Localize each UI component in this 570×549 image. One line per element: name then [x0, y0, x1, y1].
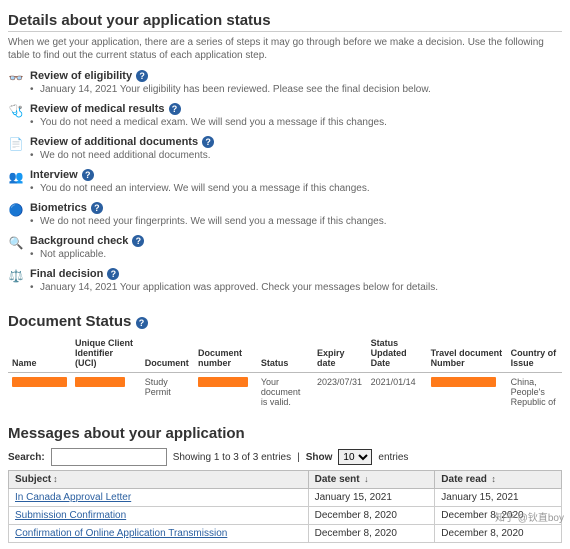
step-desc: January 14, 2021 Your application was ap…	[30, 282, 562, 293]
doc-status-title: Document Status ?	[8, 313, 562, 332]
cell-date-sent: December 8, 2020	[308, 507, 435, 525]
cell-date-sent: December 8, 2020	[308, 525, 435, 543]
review-eligibility-icon: 👓	[8, 70, 24, 86]
step-title: Background check	[30, 235, 128, 247]
doc-status-table: Name Unique Client Identifier (UCI) Docu…	[8, 336, 562, 411]
step-desc: You do not need a medical exam. We will …	[30, 117, 562, 128]
col-date-sent[interactable]: Date sent ↓	[308, 471, 435, 489]
cell-updated: 2021/01/14	[367, 373, 427, 412]
step-review-additional: 📄 Review of additional documents? We do no…	[8, 136, 562, 167]
col-uci: Unique Client Identifier (UCI)	[71, 336, 141, 373]
show-label: Show	[306, 452, 333, 463]
help-icon[interactable]: ?	[202, 136, 214, 148]
step-interview: 👥 Interview? You do not need an interview.…	[8, 169, 562, 200]
col-docnum: Document number	[194, 336, 257, 373]
col-document: Document	[141, 336, 194, 373]
messages-table: Subject↕ Date sent ↓ Date read ↕ In Cana…	[8, 470, 562, 543]
redacted-name	[12, 377, 67, 387]
step-desc: You do not need an interview. We will se…	[30, 183, 562, 194]
col-updated: Status Updated Date	[367, 336, 427, 373]
showing-text: Showing 1 to 3 of 3 entries	[173, 452, 291, 463]
step-desc: We do not need your fingerprints. We wil…	[30, 216, 562, 227]
help-icon[interactable]: ?	[82, 169, 94, 181]
redacted-docnum	[198, 377, 248, 387]
background-check-icon: 🔍	[8, 235, 24, 251]
step-final-decision: ⚖️ Final decision? January 14, 2021 Your a…	[8, 268, 562, 299]
col-expiry: Expiry date	[313, 336, 367, 373]
col-travel: Travel document Number	[427, 336, 507, 373]
help-icon[interactable]: ?	[136, 317, 148, 329]
step-review-medical: 🩺 Review of medical results? You do not ne…	[8, 103, 562, 134]
search-input[interactable]	[51, 448, 167, 466]
help-icon[interactable]: ?	[107, 268, 119, 280]
message-link[interactable]: In Canada Approval Letter	[15, 492, 131, 503]
col-date-read[interactable]: Date read ↕	[435, 471, 562, 489]
redacted-uci	[75, 377, 125, 387]
step-title: Final decision	[30, 268, 103, 280]
step-title: Interview	[30, 169, 78, 181]
final-decision-icon: ⚖️	[8, 268, 24, 284]
help-icon[interactable]: ?	[91, 202, 103, 214]
entries-label: entries	[378, 452, 408, 463]
cell-expiry: 2023/07/31	[313, 373, 367, 412]
cell-date-read: December 8, 2020	[435, 525, 562, 543]
table-row: Study Permit Your document is valid. 202…	[8, 373, 562, 412]
col-name: Name	[8, 336, 71, 373]
redacted-travel	[431, 377, 496, 387]
step-biometrics: 🔵 Biometrics? We do not need your fingerpr…	[8, 202, 562, 233]
page-size-select[interactable]: 10	[338, 449, 372, 465]
review-additional-icon: 📄	[8, 136, 24, 152]
step-desc: January 14, 2021 Your eligibility has be…	[30, 84, 562, 95]
step-desc: We do not need additional documents.	[30, 150, 562, 161]
step-background-check: 🔍 Background check? Not applicable.	[8, 235, 562, 266]
help-icon[interactable]: ?	[136, 70, 148, 82]
cell-date-sent: January 15, 2021	[308, 489, 435, 507]
step-title: Biometrics	[30, 202, 87, 214]
col-country: Country of Issue	[507, 336, 562, 373]
interview-icon: 👥	[8, 169, 24, 185]
cell-status: Your document is valid.	[257, 373, 313, 412]
step-title: Review of eligibility	[30, 70, 132, 82]
sort-icon: ↕	[53, 474, 58, 484]
cell-document: Study Permit	[141, 373, 194, 412]
table-row: In Canada Approval Letter January 15, 202…	[9, 489, 562, 507]
step-title: Review of additional documents	[30, 136, 198, 148]
watermark: 知乎 @钬直boy	[495, 509, 564, 524]
details-intro: When we get your application, there are …	[8, 36, 562, 62]
col-subject[interactable]: Subject↕	[9, 471, 309, 489]
message-link[interactable]: Submission Confirmation	[15, 510, 126, 521]
biometrics-icon: 🔵	[8, 202, 24, 218]
search-label: Search:	[8, 452, 45, 463]
col-status: Status	[257, 336, 313, 373]
cell-date-read: January 15, 2021	[435, 489, 562, 507]
step-title: Review of medical results	[30, 103, 165, 115]
step-desc: Not applicable.	[30, 249, 562, 260]
sort-down-icon: ↓	[362, 474, 369, 484]
messages-title: Messages about your application	[8, 425, 562, 444]
sort-icon: ↕	[489, 474, 496, 484]
details-title: Details about your application status	[8, 12, 562, 32]
help-icon[interactable]: ?	[169, 103, 181, 115]
cell-country: China, People's Republic of	[507, 373, 562, 412]
step-review-eligibility: 👓 Review of eligibility? January 14, 2021 …	[8, 70, 562, 101]
table-row: Confirmation of Online Application Trans…	[9, 525, 562, 543]
help-icon[interactable]: ?	[132, 235, 144, 247]
table-row: Submission ConfirmationDecember 8, 2020D…	[9, 507, 562, 525]
review-medical-icon: 🩺	[8, 103, 24, 119]
